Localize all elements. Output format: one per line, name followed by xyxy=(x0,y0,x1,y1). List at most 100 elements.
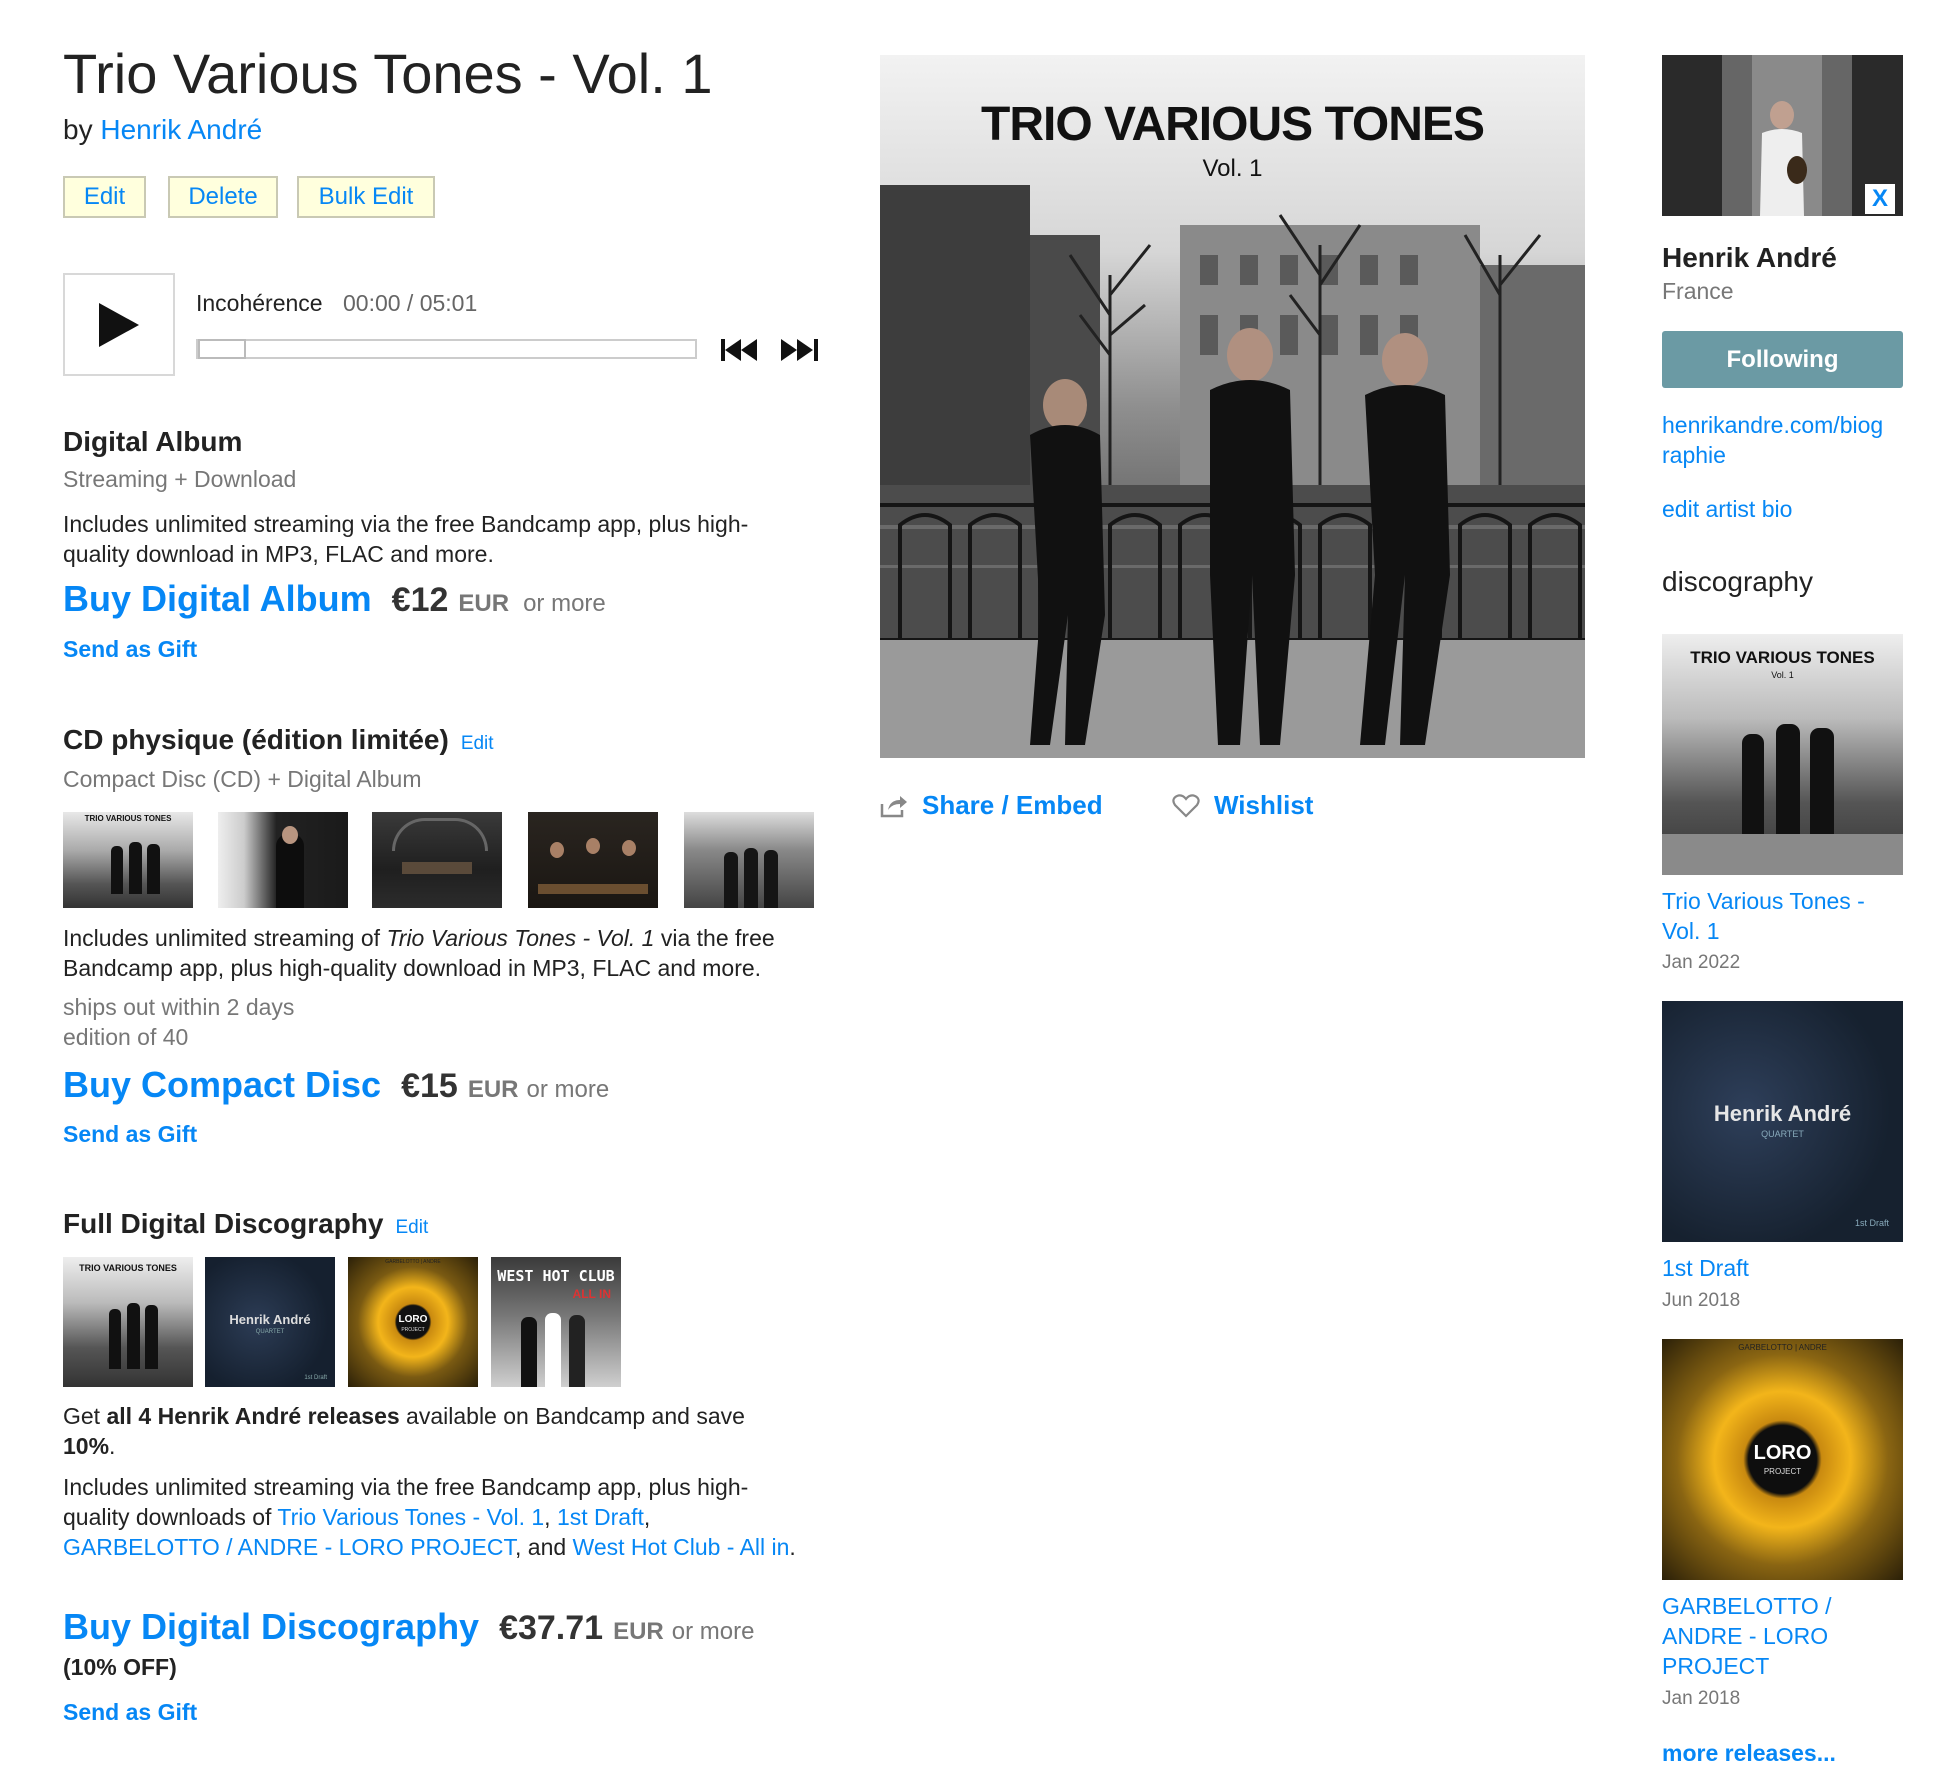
bundle-thumb-1[interactable]: TRIO VARIOUS TONES xyxy=(63,1257,193,1387)
bundle-thumb-4-title: WEST HOT CLUB xyxy=(497,1267,615,1285)
more-releases-link[interactable]: more releases... xyxy=(1662,1740,1836,1767)
play-button[interactable] xyxy=(63,273,175,376)
cd-photo-2[interactable] xyxy=(218,812,348,908)
cd-edit-link[interactable]: Edit xyxy=(461,733,494,754)
discography-edit-link[interactable]: Edit xyxy=(395,1217,428,1238)
bundle-end: . xyxy=(789,1534,796,1560)
send-as-gift-bundle[interactable]: Send as Gift xyxy=(63,1699,197,1726)
release-2-art[interactable]: Henrik André QUARTET 1st Draft xyxy=(1662,1001,1903,1242)
buy-digital-album-link[interactable]: Buy Digital Album xyxy=(63,578,372,620)
send-as-gift-cd[interactable]: Send as Gift xyxy=(63,1121,197,1148)
bundle-discount: (10% OFF) xyxy=(63,1654,177,1680)
release-2-art-sub: QUARTET xyxy=(1761,1129,1804,1139)
bundle-link-loro[interactable]: GARBELOTTO / ANDRE - LORO PROJECT xyxy=(63,1534,515,1560)
buy-digital-discography-link[interactable]: Buy Digital Discography xyxy=(63,1606,479,1648)
bundle-get-count: all 4 Henrik André releases xyxy=(106,1403,400,1429)
bundle-link-1st-draft[interactable]: 1st Draft xyxy=(557,1504,644,1530)
album-cover-art[interactable]: TRIO VARIOUS TONES Vol. 1 xyxy=(880,55,1585,758)
following-button[interactable]: Following xyxy=(1662,331,1903,388)
prev-track-icon[interactable] xyxy=(721,339,759,366)
track-time: 00:00 / 05:01 xyxy=(342,290,478,316)
wishlist-button[interactable]: Wishlist xyxy=(1172,790,1313,821)
progress-thumb[interactable] xyxy=(198,339,246,359)
cd-desc-album: Trio Various Tones - Vol. 1 xyxy=(386,925,655,951)
progress-bar[interactable] xyxy=(196,339,697,359)
digital-price: €12 xyxy=(391,581,449,619)
digital-or-more: or more xyxy=(523,590,606,617)
release-2-art-title: Henrik André xyxy=(1713,1101,1852,1126)
byline: by Henrik André xyxy=(63,114,262,146)
share-label: Share / Embed xyxy=(922,790,1103,820)
wishlist-label: Wishlist xyxy=(1214,790,1314,820)
edit-artist-bio-link[interactable]: edit artist bio xyxy=(1662,494,1792,524)
cover-subtitle: Vol. 1 xyxy=(1202,155,1263,182)
heart-icon xyxy=(1172,793,1200,818)
discography-heading: discography xyxy=(1662,566,1813,597)
digital-album-subtitle: Streaming + Download xyxy=(63,466,297,492)
cd-title-text: CD physique (édition limitée) xyxy=(63,724,449,755)
bundle-thumb-3-title: LORO xyxy=(398,1314,428,1325)
bundle-link-trio[interactable]: Trio Various Tones - Vol. 1 xyxy=(277,1504,544,1530)
bundle-or-more: or more xyxy=(671,1618,755,1645)
bundle-includes-text: Includes unlimited streaming via the fre… xyxy=(63,1472,813,1562)
by-prefix: by xyxy=(63,114,93,145)
now-playing: Incohérence 00:00 / 05:01 xyxy=(196,290,477,317)
bundle-thumb-4[interactable]: WEST HOT CLUB ALL IN xyxy=(491,1257,621,1387)
cd-photo-5[interactable] xyxy=(684,812,814,908)
release-2-date: Jun 2018 xyxy=(1662,1290,1741,1311)
digital-buy-row: Buy Digital Album €12 EUR or more xyxy=(63,578,606,620)
release-3-art-title: LORO xyxy=(1753,1442,1812,1464)
close-photo-button[interactable]: X xyxy=(1865,184,1895,214)
release-1-title[interactable]: Trio Various Tones - Vol. 1 xyxy=(1662,886,1903,946)
bundle-sep-2: , xyxy=(643,1504,651,1530)
bundle-get-end: . xyxy=(109,1433,116,1459)
discography-bundle-title: Full Digital Discography Edit xyxy=(63,1208,428,1240)
release-1-line-1: Trio Various Tones - xyxy=(1662,888,1865,914)
release-2-title[interactable]: 1st Draft xyxy=(1662,1253,1749,1283)
cd-desc-pre: Includes unlimited streaming of xyxy=(63,925,387,951)
bundle-thumb-2[interactable]: Henrik André QUARTET 1st Draft xyxy=(205,1257,335,1387)
website-line-2: raphie xyxy=(1662,442,1726,468)
share-embed-button[interactable]: Share / Embed xyxy=(880,790,1103,821)
edit-button[interactable]: Edit xyxy=(63,176,146,218)
cd-photo-1[interactable]: TRIO VARIOUS TONES xyxy=(63,812,193,908)
next-track-icon[interactable] xyxy=(781,339,819,366)
bundle-thumb-2-foot: 1st Draft xyxy=(304,1375,327,1381)
cd-photo-3[interactable] xyxy=(372,812,502,908)
bundle-thumb-4-sub: ALL IN xyxy=(572,1287,611,1301)
bundle-thumb-3-top: GARBELOTTO | ANDRE xyxy=(385,1259,441,1265)
release-3-title[interactable]: GARBELOTTO / ANDRE - LORO PROJECT xyxy=(1662,1591,1903,1681)
bundle-savings-text: Get all 4 Henrik André releases availabl… xyxy=(63,1401,803,1461)
edition-info: edition of 40 xyxy=(63,1024,189,1050)
release-3-art-top: GARBELOTTO | ANDRE xyxy=(1738,1343,1827,1352)
cd-photo-1-text: TRIO VARIOUS TONES xyxy=(84,814,172,823)
release-1-art[interactable]: TRIO VARIOUS TONES Vol. 1 xyxy=(1662,634,1903,875)
bundle-currency: EUR xyxy=(613,1618,664,1645)
ships-info: ships out within 2 days xyxy=(63,994,295,1020)
cover-title: TRIO VARIOUS TONES xyxy=(981,98,1485,151)
release-1-art-sub: Vol. 1 xyxy=(1771,670,1794,680)
artist-link[interactable]: Henrik André xyxy=(100,114,262,145)
cd-photo-4[interactable] xyxy=(528,812,658,908)
digital-currency: EUR xyxy=(458,590,510,617)
bundle-sep-1: , xyxy=(544,1504,557,1530)
bundle-thumb-3-sub: PROJECT xyxy=(401,1327,425,1333)
bundle-thumb-3[interactable]: GARBELOTTO | ANDRE LORO PROJECT xyxy=(348,1257,478,1387)
bundle-link-west-hot-club[interactable]: West Hot Club - All in xyxy=(573,1534,790,1560)
release-3-art[interactable]: GARBELOTTO | ANDRE LORO PROJECT xyxy=(1662,1339,1903,1580)
bundle-buy-row: Buy Digital Discography €37.71 EUR or mo… xyxy=(63,1606,754,1648)
share-icon xyxy=(880,795,907,817)
buy-compact-disc-link[interactable]: Buy Compact Disc xyxy=(63,1064,381,1106)
cd-description: Includes unlimited streaming of Trio Var… xyxy=(63,923,823,983)
bulk-edit-button[interactable]: Bulk Edit xyxy=(297,176,435,218)
send-as-gift-digital[interactable]: Send as Gift xyxy=(63,636,197,663)
bundle-thumb-1-text: TRIO VARIOUS TONES xyxy=(79,1263,177,1273)
release-3-line-1: GARBELOTTO / xyxy=(1662,1593,1832,1619)
digital-album-title: Digital Album xyxy=(63,426,243,457)
cd-price: €15 xyxy=(401,1067,458,1105)
bundle-thumb-2-title: Henrik André xyxy=(229,1312,311,1327)
cd-title: CD physique (édition limitée) Edit xyxy=(63,724,494,756)
delete-button[interactable]: Delete xyxy=(168,176,278,218)
release-3-art-sub: PROJECT xyxy=(1763,1467,1802,1476)
artist-website-link[interactable]: henrikandre.com/biog raphie xyxy=(1662,410,1903,470)
